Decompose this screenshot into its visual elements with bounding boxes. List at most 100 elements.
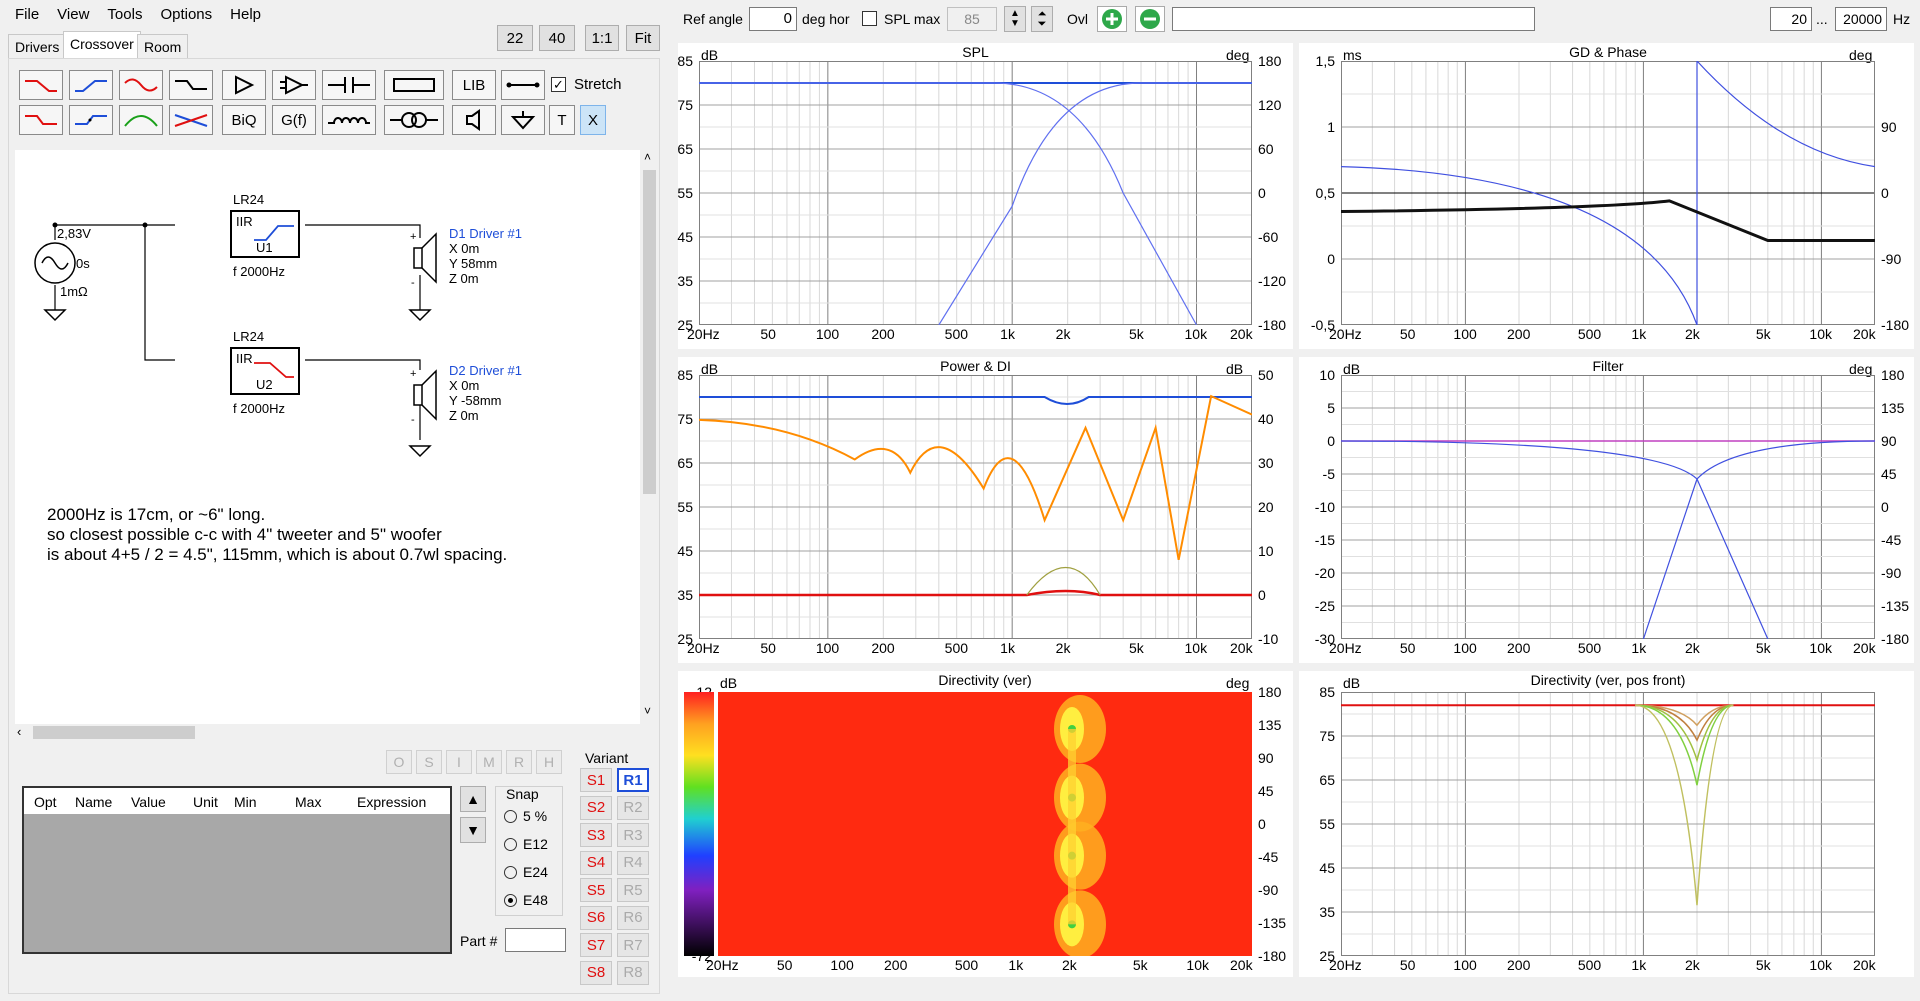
menu-options[interactable]: Options	[151, 0, 221, 30]
variant-s2-button[interactable]: S2	[580, 795, 612, 820]
shelf-button[interactable]	[169, 70, 213, 100]
opt-m-button[interactable]: M	[476, 750, 502, 774]
crossover-pair-button[interactable]	[169, 105, 213, 135]
variant-r7-button[interactable]: R7	[617, 933, 649, 957]
right-tick-label: -180	[1881, 317, 1910, 333]
menu-file[interactable]: File	[6, 0, 48, 30]
ground-button[interactable]	[501, 105, 545, 135]
variant-s5-button[interactable]: S5	[580, 878, 612, 902]
plot-area-gd[interactable]	[1341, 61, 1875, 325]
plot-area-dir_front[interactable]	[1341, 692, 1875, 956]
col-expression[interactable]: Expression	[357, 794, 426, 810]
transformer-button[interactable]	[384, 105, 444, 135]
bandpass-button[interactable]	[119, 105, 163, 135]
vertical-scroll-thumb[interactable]	[643, 170, 656, 494]
col-value[interactable]: Value	[131, 794, 166, 810]
parameter-table[interactable]: Opt Name Value Unit Min Max Expression	[22, 786, 452, 954]
zoom-1to1-button[interactable]: 1:1	[585, 25, 619, 51]
zoom-fit-button[interactable]: Fit	[626, 25, 660, 51]
snap-option-5pct[interactable]: 5 %	[504, 808, 547, 824]
zoom-40-button[interactable]: 40	[539, 25, 575, 51]
amplifier-button[interactable]	[222, 70, 266, 100]
snap-option-e12[interactable]: E12	[504, 836, 548, 852]
speaker-button[interactable]	[452, 105, 496, 135]
driver1-speaker-icon[interactable]: +-	[410, 228, 444, 288]
col-max[interactable]: Max	[295, 794, 321, 810]
snap-option-e48[interactable]: E48	[504, 892, 548, 908]
col-min[interactable]: Min	[234, 794, 257, 810]
remove-overlay-button[interactable]	[1135, 6, 1165, 32]
scroll-left-arrow[interactable]: ‹	[17, 724, 21, 739]
menu-help[interactable]: Help	[221, 0, 270, 30]
plot-area-dir_ver[interactable]	[718, 692, 1252, 956]
iir-filter-block-u1[interactable]: IIR U1	[230, 210, 300, 258]
variant-s8-button[interactable]: S8	[580, 960, 612, 985]
opt-r-button[interactable]: R	[506, 750, 532, 774]
spl-max-input[interactable]: 85	[947, 7, 997, 31]
wire-button[interactable]	[501, 70, 545, 100]
tab-room[interactable]: Room	[137, 34, 189, 58]
inductor-button[interactable]	[322, 105, 376, 135]
variant-s1-button[interactable]: S1	[580, 768, 612, 792]
move-up-button[interactable]: ▲	[460, 786, 486, 812]
zoom-22-button[interactable]: 22	[497, 25, 533, 51]
col-name[interactable]: Name	[75, 794, 112, 810]
variant-s7-button[interactable]: S7	[580, 933, 612, 957]
variant-s4-button[interactable]: S4	[580, 850, 612, 875]
stretch-checkbox[interactable]: ✓	[551, 77, 566, 92]
opt-o-button[interactable]: O	[386, 750, 412, 774]
variant-r5-button[interactable]: R5	[617, 878, 649, 902]
variant-r6-button[interactable]: R6	[617, 905, 649, 930]
variant-s3-button[interactable]: S3	[580, 823, 612, 847]
variant-r1-button[interactable]: R1	[617, 768, 649, 792]
variant-r8-button[interactable]: R8	[617, 960, 649, 985]
menu-view[interactable]: View	[48, 0, 98, 30]
highpass-2-button[interactable]	[69, 105, 113, 135]
schematic-horizontal-scrollbar[interactable]: ‹	[15, 724, 641, 741]
scroll-up-arrow[interactable]: ˄	[644, 150, 651, 164]
capacitor-button[interactable]	[322, 70, 376, 100]
library-button[interactable]: LIB	[452, 70, 496, 100]
move-down-button[interactable]: ▼	[460, 817, 486, 843]
opt-i-button[interactable]: I	[446, 750, 472, 774]
lowpass-2-button[interactable]	[19, 105, 63, 135]
col-opt[interactable]: Opt	[34, 794, 57, 810]
schematic-vertical-scrollbar[interactable]: ˄ ˅	[641, 150, 658, 724]
opt-s-button[interactable]: S	[416, 750, 442, 774]
menu-tools[interactable]: Tools	[98, 0, 151, 30]
plot-area-spl[interactable]	[699, 61, 1252, 325]
delete-tool-button[interactable]: X	[580, 105, 606, 135]
snap-option-e24[interactable]: E24	[504, 864, 548, 880]
variant-s6-button[interactable]: S6	[580, 905, 612, 930]
tab-drivers[interactable]: Drivers	[8, 34, 67, 58]
variant-r4-button[interactable]: R4	[617, 850, 649, 875]
ref-angle-input[interactable]: 0	[749, 7, 797, 31]
spl-max-spinner[interactable]: ▲ ▼	[1004, 6, 1026, 32]
biquad-button[interactable]: BiQ	[222, 105, 266, 135]
horizontal-scroll-thumb[interactable]	[33, 726, 195, 739]
plot-area-filter[interactable]	[1341, 375, 1875, 639]
plot-area-power[interactable]	[699, 375, 1252, 639]
highpass-1-button[interactable]	[69, 70, 113, 100]
spl-max-range-button[interactable]: ⏶ ⏷	[1031, 6, 1053, 32]
transfer-function-button[interactable]: G(f)	[272, 105, 316, 135]
part-number-input[interactable]	[505, 928, 566, 952]
spl-max-checkbox[interactable]	[862, 11, 877, 26]
opamp-button[interactable]	[272, 70, 316, 100]
scroll-down-arrow[interactable]: ˅	[644, 704, 651, 718]
col-unit[interactable]: Unit	[193, 794, 218, 810]
tab-crossover[interactable]: Crossover	[63, 31, 141, 59]
resistor-button[interactable]	[384, 70, 444, 100]
lowpass-1-button[interactable]	[19, 70, 63, 100]
freq-low-input[interactable]: 20	[1770, 7, 1812, 31]
opt-h-button[interactable]: H	[536, 750, 562, 774]
text-tool-button[interactable]: T	[549, 105, 575, 135]
freq-high-input[interactable]: 20000	[1835, 7, 1887, 31]
iir-filter-block-u2[interactable]: IIR U2	[230, 347, 300, 395]
driver2-speaker-icon[interactable]: +-	[410, 365, 444, 425]
allpass-button[interactable]	[119, 70, 163, 100]
variant-r2-button[interactable]: R2	[617, 795, 649, 820]
variant-r3-button[interactable]: R3	[617, 823, 649, 847]
overlay-select[interactable]	[1172, 7, 1535, 31]
add-overlay-button[interactable]	[1097, 6, 1127, 32]
